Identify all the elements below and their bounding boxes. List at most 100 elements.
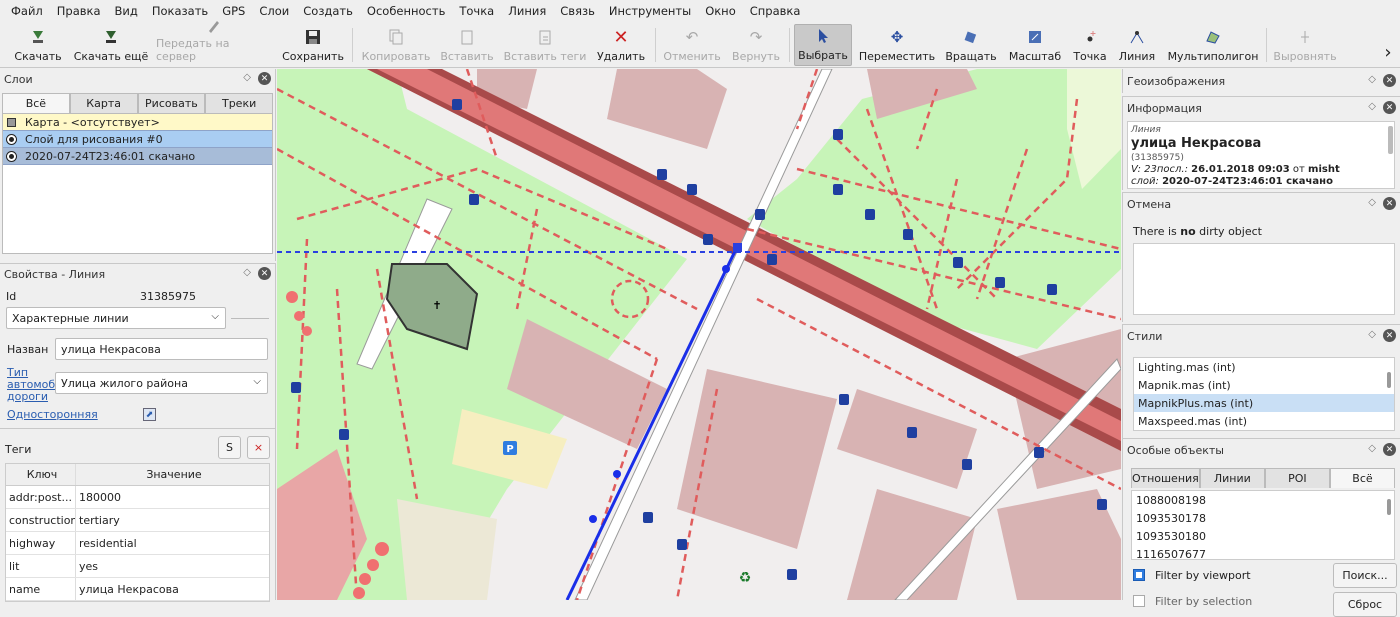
delete-button[interactable]: ✕ Удалить [592, 24, 650, 66]
col-value[interactable]: Значение [76, 464, 269, 485]
menu-gps[interactable]: GPS [215, 4, 252, 18]
float-icon[interactable]: ◇ [1368, 74, 1376, 85]
float-icon[interactable]: ◇ [1368, 197, 1376, 208]
scrollbar[interactable] [1388, 126, 1393, 154]
tab-tracks[interactable]: Треки [205, 93, 273, 113]
close-icon[interactable]: ✕ [1383, 74, 1396, 87]
paste-button[interactable]: Вставить [436, 24, 498, 66]
tab-all[interactable]: Всё [2, 93, 70, 113]
menu-help[interactable]: Справка [743, 4, 808, 18]
close-icon[interactable]: ✕ [1383, 329, 1396, 342]
float-icon[interactable]: ◇ [1368, 329, 1376, 340]
list-item[interactable]: Maxspeed.mas (int) [1134, 412, 1394, 430]
float-icon[interactable]: ◇ [243, 267, 251, 278]
close-icon[interactable]: ✕ [1383, 443, 1396, 456]
download-more-button[interactable]: Скачать ещё [72, 24, 150, 66]
road-type-select[interactable]: Улица жилого района ⌵ [55, 372, 268, 394]
menu-point[interactable]: Точка [452, 4, 501, 18]
list-item[interactable]: MapnikPlus.mas (int) [1134, 394, 1394, 412]
select-tool-button[interactable]: Выбрать [794, 24, 852, 66]
multipolygon-tool-button[interactable]: Мультиполигон [1164, 24, 1262, 66]
tab-relations[interactable]: Отношения [1131, 468, 1200, 488]
tags-s-button[interactable]: S [218, 436, 241, 459]
way-node[interactable] [613, 470, 621, 478]
clear-button[interactable]: Сброс [1333, 592, 1397, 617]
scrollbar[interactable] [1387, 372, 1391, 388]
tab-draw[interactable]: Рисовать [137, 93, 206, 113]
menu-relation[interactable]: Связь [553, 4, 602, 18]
visible-icon[interactable] [7, 134, 16, 144]
map-drawing[interactable]: ✝ P ♻ [277, 69, 1121, 600]
menu-edit[interactable]: Правка [50, 4, 108, 18]
rotate-tool-button[interactable]: Вращать [942, 24, 1000, 66]
oneway-link[interactable]: Односторонняя [7, 408, 98, 421]
align-button[interactable]: Выровнять [1272, 24, 1338, 66]
search-button[interactable]: Поиск... [1333, 563, 1397, 588]
close-icon[interactable]: ✕ [1383, 197, 1396, 210]
float-icon[interactable]: ◇ [243, 72, 251, 83]
tags-remove-button[interactable]: × [247, 436, 270, 459]
layer-row-draw[interactable]: Слой для рисования #0 [3, 131, 272, 148]
way-node[interactable] [589, 515, 597, 523]
col-key[interactable]: Ключ [6, 464, 76, 485]
geoimages-title[interactable]: Геоизображения [1127, 75, 1225, 88]
paste-tags-button[interactable]: Вставить теги [502, 24, 588, 66]
tab-all-objects[interactable]: Всё [1329, 468, 1396, 488]
menu-window[interactable]: Окно [698, 4, 743, 18]
checkbox-icon[interactable] [7, 117, 16, 127]
layer-row-map[interactable]: Карта - <отсутствует> [3, 114, 272, 131]
menu-line[interactable]: Линия [501, 4, 553, 18]
redo-button[interactable]: ↷ Вернуть [728, 24, 784, 66]
layer-row-download[interactable]: 2020-07-24T23:46:01 скачано [3, 148, 272, 165]
list-item[interactable]: Mapnik.mas (int) [1134, 376, 1394, 394]
table-row[interactable]: lit yes [6, 555, 269, 578]
undo-button[interactable]: ↶ Отменить [662, 24, 722, 66]
way-node[interactable] [722, 265, 730, 273]
menu-feature[interactable]: Особенность [360, 4, 452, 18]
download-button[interactable]: Скачать [8, 24, 68, 66]
filter-selection-checkbox[interactable] [1133, 595, 1145, 607]
road-type-label[interactable]: Тип автомоб дороги [7, 367, 55, 403]
scrollbar[interactable] [1387, 499, 1391, 515]
oneway-toggle-icon[interactable]: ⬈ [143, 408, 156, 421]
line-tool-button[interactable]: Линия [1116, 24, 1158, 66]
way-node[interactable] [733, 243, 742, 252]
map-canvas[interactable]: ✝ P ♻ [277, 69, 1121, 600]
close-icon[interactable]: ✕ [258, 72, 271, 85]
tab-lines[interactable]: Линии [1199, 468, 1265, 488]
tab-map[interactable]: Карта [69, 93, 138, 113]
menu-file[interactable]: Файл [4, 4, 50, 18]
float-icon[interactable]: ◇ [1368, 101, 1376, 112]
list-item[interactable]: 1093530178 [1132, 509, 1394, 527]
scale-tool-button[interactable]: Масштаб [1006, 24, 1064, 66]
toolbar-overflow-button[interactable]: › [1380, 24, 1396, 66]
menu-view[interactable]: Вид [108, 4, 145, 18]
table-row[interactable]: name улица Некрасова [6, 578, 269, 601]
upload-button[interactable]: Передать на сервер [156, 21, 270, 66]
point-tool-button[interactable]: Точка [1070, 24, 1110, 66]
menu-layers[interactable]: Слои [252, 4, 296, 18]
visible-icon[interactable] [7, 151, 16, 161]
table-row[interactable]: addr:post... 180000 [6, 486, 269, 509]
list-item[interactable]: 1093530180 [1132, 527, 1394, 545]
list-item[interactable]: Lighting.mas (int) [1134, 358, 1394, 376]
move-tool-button[interactable]: ✥ Переместить [858, 24, 936, 66]
table-row[interactable]: construction tertiary [6, 509, 269, 532]
table-row[interactable]: highway residential [6, 532, 269, 555]
save-button[interactable]: Сохранить [280, 24, 346, 66]
menu-show[interactable]: Показать [145, 4, 215, 18]
undo-list[interactable] [1133, 243, 1395, 315]
menu-create[interactable]: Создать [296, 4, 360, 18]
special-objects-list: 1088008198 1093530178 1093530180 1116507… [1131, 490, 1395, 560]
preset-select[interactable]: Характерные линии ⌵ [6, 307, 226, 329]
name-input[interactable]: улица Некрасова [55, 338, 268, 360]
float-icon[interactable]: ◇ [1368, 443, 1376, 454]
filter-viewport-checkbox[interactable] [1133, 569, 1145, 581]
copy-button[interactable]: Копировать [360, 24, 432, 66]
close-icon[interactable]: ✕ [1383, 101, 1396, 114]
list-item[interactable]: 1116507677 [1132, 545, 1394, 560]
menu-tools[interactable]: Инструменты [602, 4, 698, 18]
close-icon[interactable]: ✕ [258, 267, 271, 280]
tab-poi[interactable]: POI [1264, 468, 1330, 488]
list-item[interactable]: 1088008198 [1132, 491, 1394, 509]
